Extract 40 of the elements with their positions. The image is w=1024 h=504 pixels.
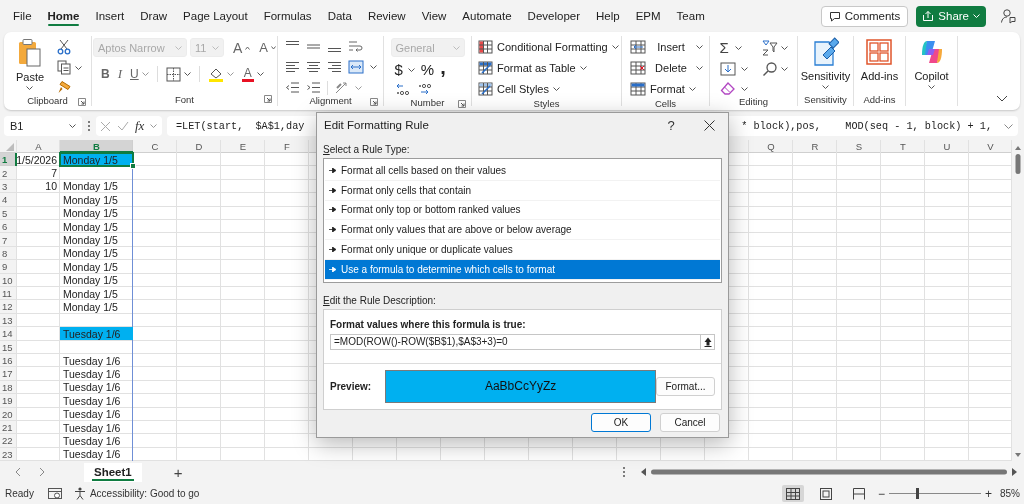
table-cell-text: Tuesday 1/6 [62, 434, 122, 448]
section-label: Select a Rule Type: [323, 144, 411, 155]
group-label: Editing [738, 96, 769, 107]
table-cell-text: Tuesday 1/6 [62, 420, 122, 435]
group-label: Alignment [309, 95, 352, 106]
group-label: Cells [654, 98, 677, 109]
group-label: Number [410, 97, 445, 108]
group-label: Font [175, 93, 194, 105]
dialog-title: Edit Formatting Rule [324, 119, 429, 131]
table-cell-text: Tuesday 1/6 [62, 407, 122, 421]
group-label: Sensitivity [804, 93, 847, 105]
table-cell-text: Monday 1/5 [62, 286, 119, 301]
table-cell-text: Tuesday 1/6 [62, 380, 122, 395]
format-preview: AaBbCcYyZz [385, 369, 656, 403]
table-cell-text: 1/5/2026 [17, 153, 58, 167]
zoom-level: 85% [1000, 488, 1020, 499]
status-text: Ready [5, 488, 34, 499]
table-cell-text: Tuesday 1/6 [62, 353, 122, 368]
table-cell-text: Monday 1/5 [62, 206, 119, 220]
table-cell-text: 10 [44, 179, 58, 194]
table-cell-text: Monday 1/5 [62, 246, 119, 261]
table-cell-text: Monday 1/5 [62, 179, 119, 194]
table-cell-text: Tuesday 1/6 [62, 447, 122, 461]
group-label: Add-ins [863, 93, 896, 105]
table-cell: Tuesday 1/6 [60, 327, 133, 341]
table-cell-text: Monday 1/5 [62, 233, 119, 247]
preview-label: Preview: [330, 380, 372, 392]
table-cell-text: Monday 1/5 [62, 219, 119, 234]
table-cell-text: Tuesday 1/6 [62, 394, 122, 408]
field-label: Format values where this formula is true: [330, 318, 527, 330]
table-cell-text: 7 [50, 166, 58, 180]
table-cell-text: Monday 1/5 [62, 193, 119, 207]
table-cell-text: Monday 1/5 [62, 260, 119, 274]
table-cell-text: Tuesday 1/6 [62, 367, 122, 381]
table-cell-text: Monday 1/5 [62, 273, 119, 287]
group-label: Styles [533, 98, 560, 109]
group-label: Clipboard [27, 95, 68, 106]
section-label: Edit the Rule Description: [323, 294, 437, 306]
table-cell-text: Monday 1/5 [62, 300, 119, 314]
table-cell: Monday 1/5 [60, 153, 133, 167]
